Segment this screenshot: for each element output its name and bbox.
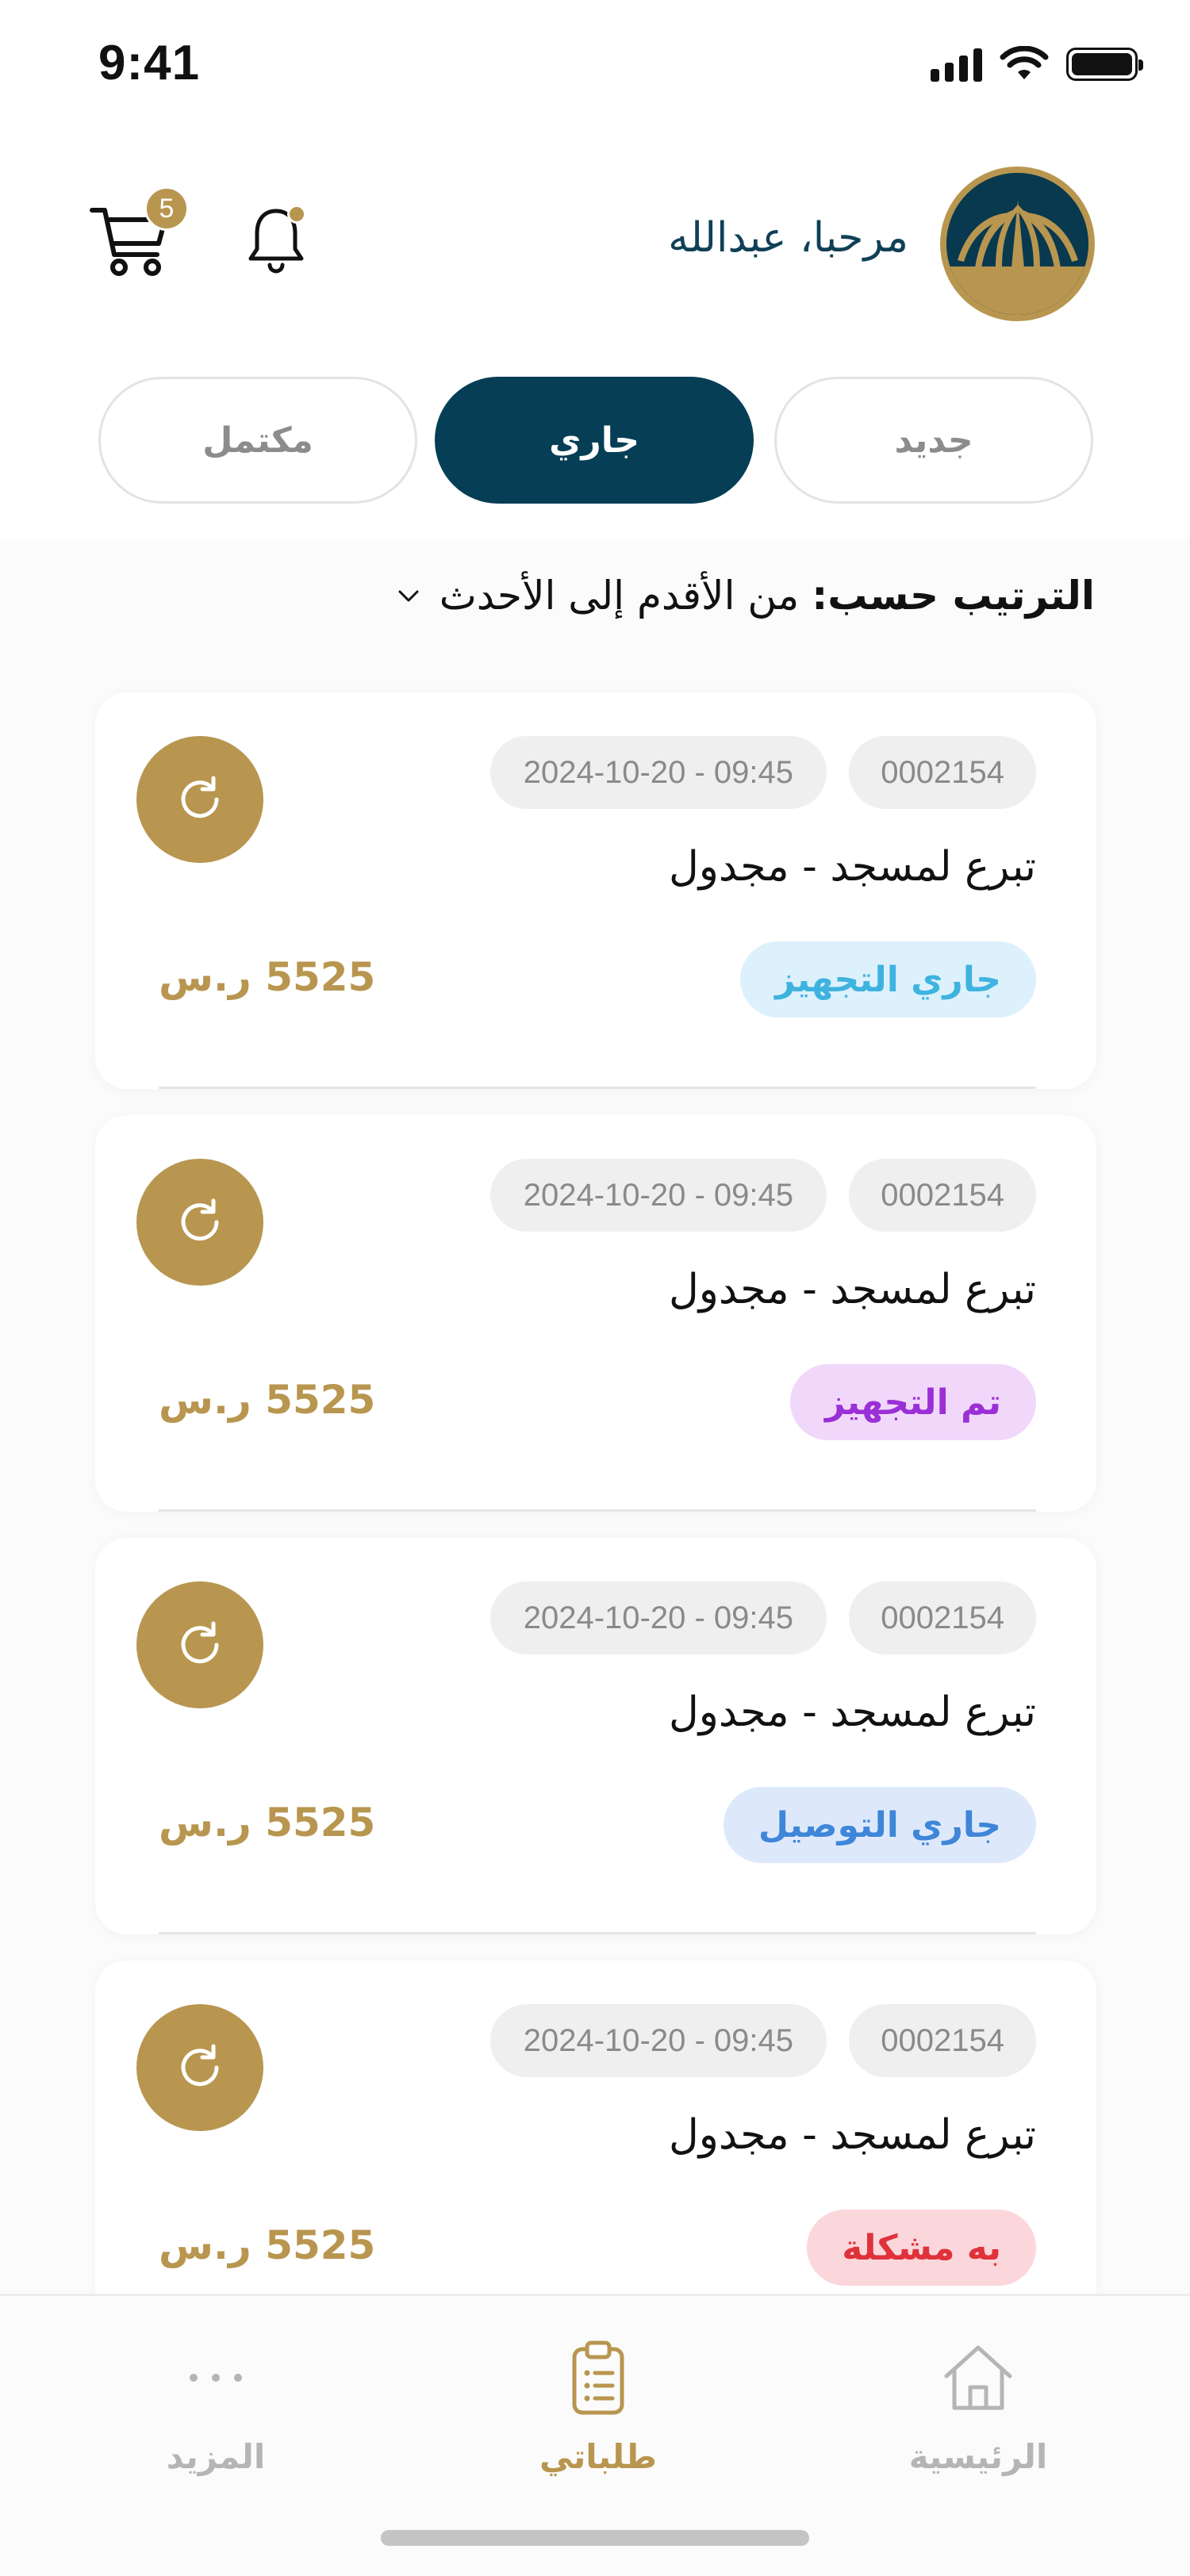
- order-price: 5525 ر.س: [159, 1377, 376, 1423]
- sort-label: الترتيب حسب:: [812, 573, 1095, 619]
- signal-icon: [931, 47, 982, 82]
- refresh-icon: [136, 1581, 263, 1708]
- status-badge: به مشكلة: [807, 2210, 1036, 2286]
- order-title: تبرع لمسجد - مجدول: [669, 2111, 1036, 2159]
- refresh-icon: [136, 736, 263, 863]
- status-icons: [931, 46, 1143, 82]
- battery-icon: [1066, 48, 1143, 81]
- more-dots-icon: [172, 2334, 259, 2421]
- status-time: 9:41: [98, 36, 201, 90]
- order-card[interactable]: 0002154 2024-10-20 - 09:45 تبرع لمسجد - …: [95, 1115, 1096, 1512]
- logo-icon: [946, 173, 1088, 315]
- refresh-icon: [136, 2004, 263, 2131]
- home-icon: [935, 2334, 1022, 2421]
- nav-orders-label: طلباتي: [539, 2437, 657, 2476]
- tab-in-progress[interactable]: جاري: [435, 377, 754, 504]
- order-datetime: 2024-10-20 - 09:45: [489, 1159, 827, 1232]
- divider: [159, 1087, 1036, 1089]
- status-badge: جاري التجهيز: [740, 941, 1036, 1018]
- order-id: 0002154: [849, 736, 1036, 809]
- chevron-down-icon: [398, 590, 419, 602]
- refresh-icon: [136, 1159, 263, 1286]
- divider: [159, 1932, 1036, 1934]
- order-id: 0002154: [849, 1581, 1036, 1654]
- order-id: 0002154: [849, 1159, 1036, 1232]
- order-card[interactable]: 0002154 2024-10-20 - 09:45 تبرع لمسجد - …: [95, 692, 1096, 1089]
- wifi-icon: [1000, 46, 1049, 79]
- nav-more[interactable]: المزيد: [97, 2334, 335, 2493]
- cart-count-badge: 5: [144, 186, 189, 231]
- order-status-tabs: مكتمل جاري جديد: [98, 377, 1095, 505]
- tab-new[interactable]: جديد: [774, 377, 1093, 504]
- order-datetime: 2024-10-20 - 09:45: [489, 736, 827, 809]
- order-title: تبرع لمسجد - مجدول: [669, 1689, 1036, 1736]
- cart-button[interactable]: 5: [87, 186, 190, 282]
- sort-value: من الأقدم إلى الأحدث: [439, 573, 800, 619]
- home-indicator: [381, 2530, 809, 2546]
- divider: [159, 1509, 1036, 1512]
- order-datetime: 2024-10-20 - 09:45: [489, 1581, 827, 1654]
- order-price: 5525 ر.س: [159, 2222, 376, 2268]
- order-card[interactable]: 0002154 2024-10-20 - 09:45 تبرع لمسجد - …: [95, 1538, 1096, 1934]
- clipboard-icon: [555, 2334, 642, 2421]
- order-price: 5525 ر.س: [159, 954, 376, 1000]
- order-price: 5525 ر.س: [159, 1800, 376, 1846]
- orders-screen: 9:41 مرحبا، عبدالله 5 مكتمل جاري جديد ال…: [0, 0, 1190, 2576]
- notifications-button[interactable]: [244, 205, 308, 276]
- greeting-text: مرحبا، عبدالله: [668, 214, 908, 262]
- sort-dropdown[interactable]: الترتيب حسب: من الأقدم إلى الأحدث: [395, 573, 1095, 619]
- nav-orders[interactable]: طلباتي: [479, 2334, 717, 2493]
- nav-home-label: الرئيسية: [908, 2437, 1048, 2476]
- status-badge: جاري التوصيل: [723, 1787, 1036, 1863]
- order-id: 0002154: [849, 2004, 1036, 2077]
- status-bar: 9:41: [0, 0, 1190, 135]
- tab-completed[interactable]: مكتمل: [98, 377, 417, 504]
- order-datetime: 2024-10-20 - 09:45: [489, 2004, 827, 2077]
- nav-more-label: المزيد: [166, 2437, 266, 2476]
- notification-dot: [287, 205, 306, 224]
- order-title: تبرع لمسجد - مجدول: [669, 1266, 1036, 1313]
- status-badge: تم التجهيز: [790, 1364, 1036, 1440]
- order-title: تبرع لمسجد - مجدول: [669, 843, 1036, 891]
- nav-home[interactable]: الرئيسية: [859, 2334, 1097, 2493]
- avatar[interactable]: [940, 167, 1095, 321]
